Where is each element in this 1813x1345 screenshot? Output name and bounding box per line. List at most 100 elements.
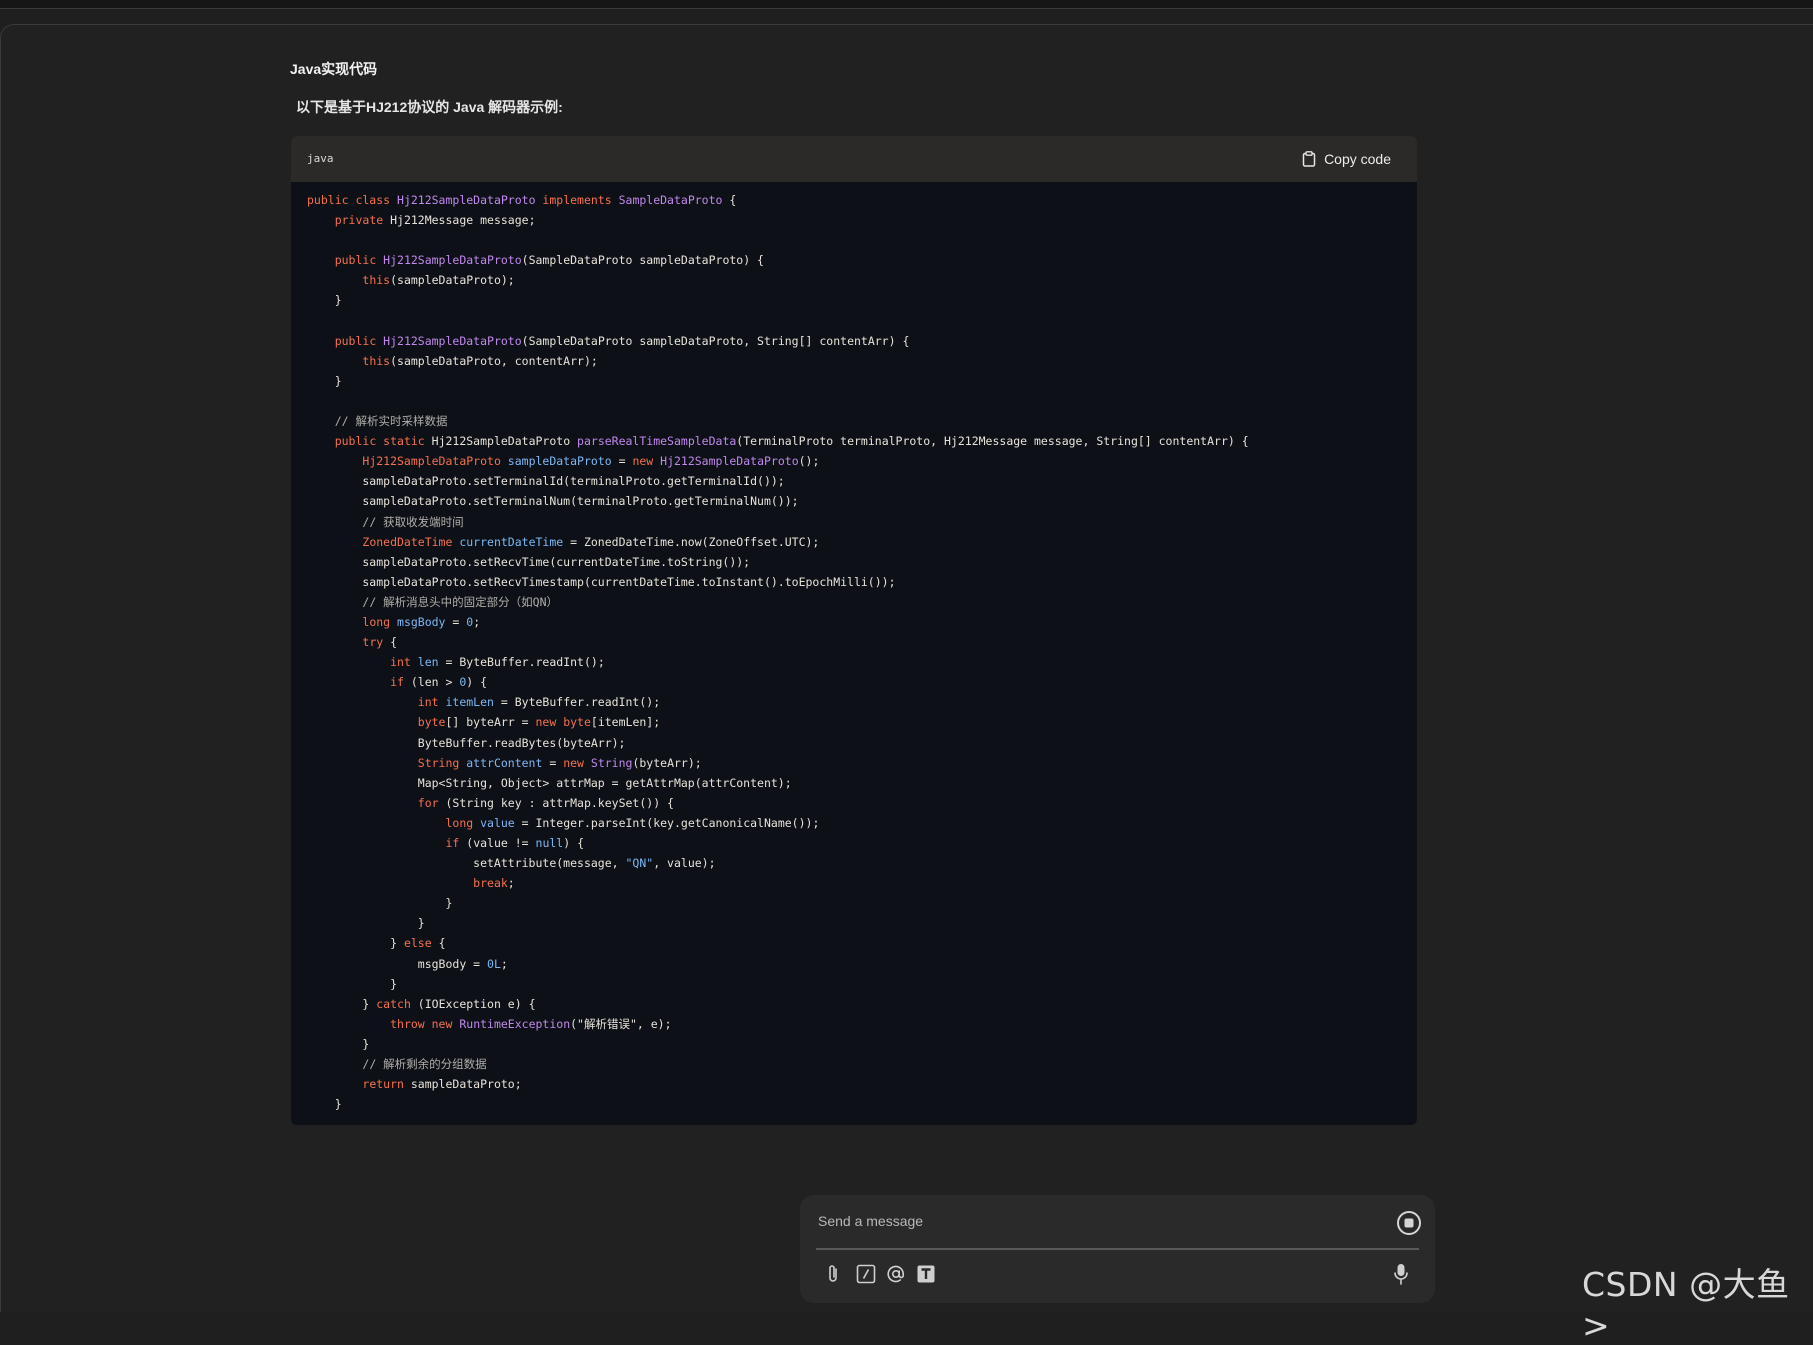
code-token: (SampleDataProto sampleDataProto) { bbox=[521, 253, 764, 268]
window-top-bar bbox=[0, 0, 1813, 9]
code-token: int bbox=[390, 655, 418, 670]
code-line: } bbox=[307, 1094, 1407, 1114]
text-format-button[interactable] bbox=[915, 1265, 937, 1287]
code-line: throw new RuntimeException("解析错误", e); bbox=[307, 1014, 1407, 1034]
code-line: try { bbox=[307, 632, 1407, 652]
voice-input-button[interactable] bbox=[1390, 1263, 1412, 1290]
code-line: return sampleDataProto; bbox=[307, 1074, 1407, 1094]
code-line: ByteBuffer.readBytes(byteArr); bbox=[307, 733, 1407, 753]
code-line: } bbox=[307, 893, 1407, 913]
code-token: long bbox=[445, 815, 481, 830]
code-token: Hj212Message message; bbox=[390, 213, 536, 228]
code-token: value bbox=[480, 815, 515, 830]
code-line: break; bbox=[307, 873, 1407, 893]
code-line: sampleDataProto.setTerminalNum(terminalP… bbox=[307, 491, 1407, 511]
code-line: } bbox=[307, 913, 1407, 933]
copy-code-button[interactable]: Copy code bbox=[1302, 148, 1391, 170]
code-token: break bbox=[473, 876, 508, 891]
slash-command-button[interactable] bbox=[855, 1264, 877, 1289]
message-input[interactable] bbox=[816, 1203, 1380, 1239]
code-line: sampleDataProto.setTerminalId(terminalPr… bbox=[307, 471, 1407, 491]
composer-divider bbox=[816, 1248, 1419, 1250]
code-token: (TerminalProto terminalProto, Hj212Messa… bbox=[736, 434, 1249, 449]
code-token: [] byteArr = bbox=[445, 715, 536, 730]
code-token: { bbox=[722, 193, 737, 207]
code-line: Map<String, Object> attrMap = getAttrMap… bbox=[307, 773, 1407, 793]
code-token: for bbox=[417, 795, 439, 810]
code-line: ZonedDateTime currentDateTime = ZonedDat… bbox=[307, 532, 1407, 552]
code-token: sampleDataProto.setRecvTimestamp(current… bbox=[307, 574, 896, 589]
code-token: currentDateTime bbox=[459, 534, 564, 549]
clipboard-icon bbox=[1302, 151, 1316, 167]
code-block-header: java Copy code bbox=[291, 136, 1417, 182]
code-token: = ByteBuffer.readInt(); bbox=[493, 695, 661, 710]
code-line: // 获取收发端时间 bbox=[307, 512, 1407, 532]
code-token: // 解析实时采样数据 bbox=[334, 414, 448, 429]
code-token: sampleDataProto.setTerminalId(terminalPr… bbox=[307, 474, 785, 489]
stop-generating-button[interactable] bbox=[1396, 1210, 1422, 1236]
code-token: new bbox=[563, 755, 591, 770]
code-line: // 解析剩余的分组数据 bbox=[307, 1054, 1407, 1074]
code-token: String bbox=[417, 755, 467, 770]
code-token: ("解析错误", e); bbox=[570, 1016, 672, 1031]
code-line: } bbox=[307, 974, 1407, 994]
code-line: public class Hj212SampleDataProto implem… bbox=[307, 190, 1407, 210]
code-token: sampleDataProto bbox=[507, 454, 612, 469]
code-line: Hj212SampleDataProto sampleDataProto = n… bbox=[307, 451, 1407, 471]
code-line: if (len > 0) { bbox=[307, 672, 1407, 692]
code-token: this bbox=[362, 273, 391, 288]
code-token: SampleDataProto bbox=[618, 193, 723, 207]
code-line: if (value != null) { bbox=[307, 833, 1407, 853]
code-token: = bbox=[445, 614, 467, 629]
code-line: private Hj212Message message; bbox=[307, 210, 1407, 230]
code-token: len bbox=[417, 655, 439, 670]
code-token: (len > bbox=[403, 675, 460, 690]
microphone-icon bbox=[1393, 1263, 1409, 1290]
code-line: byte[] byteArr = new byte[itemLen]; bbox=[307, 712, 1407, 732]
code-token: RuntimeException bbox=[459, 1016, 571, 1031]
code-token: (); bbox=[798, 454, 820, 469]
code-token: (value != bbox=[459, 836, 536, 850]
code-token: if bbox=[390, 675, 404, 690]
code-token: public bbox=[334, 253, 384, 268]
code-token: Hj212SampleDataProto bbox=[362, 454, 508, 469]
code-token: "QN" bbox=[625, 856, 654, 871]
code-token: } bbox=[307, 1097, 342, 1112]
code-token: (sampleDataProto); bbox=[390, 273, 515, 288]
code-token: (SampleDataProto sampleDataProto, String… bbox=[521, 333, 910, 348]
attach-file-button[interactable] bbox=[822, 1264, 844, 1287]
code-line: String attrContent = new String(byteArr)… bbox=[307, 753, 1407, 773]
code-token: this bbox=[362, 353, 391, 368]
code-token: sampleDataProto.setTerminalNum(terminalP… bbox=[307, 494, 799, 509]
code-token: new bbox=[535, 715, 564, 730]
code-token: int bbox=[417, 695, 446, 710]
mention-button[interactable] bbox=[885, 1265, 907, 1287]
code-token: (sampleDataProto, contentArr); bbox=[390, 353, 598, 368]
code-token: byte bbox=[417, 715, 446, 730]
code-line: sampleDataProto.setRecvTime(currentDateT… bbox=[307, 552, 1407, 572]
code-token: msgBody bbox=[397, 614, 446, 629]
slash-command-icon bbox=[856, 1264, 876, 1289]
code-token: // 解析剩余的分组数据 bbox=[362, 1057, 487, 1072]
code-token: = ByteBuffer.readInt(); bbox=[438, 655, 605, 670]
code-token: catch bbox=[376, 996, 411, 1011]
code-line: setAttribute(message, "QN", value); bbox=[307, 853, 1407, 873]
code-line: } bbox=[307, 1034, 1407, 1054]
code-token: try bbox=[362, 635, 384, 650]
code-token: Hj212SampleDataProto bbox=[431, 434, 578, 449]
code-token: } bbox=[307, 373, 342, 388]
code-token: null bbox=[535, 836, 564, 850]
section-heading: Java实现代码 bbox=[290, 61, 378, 77]
